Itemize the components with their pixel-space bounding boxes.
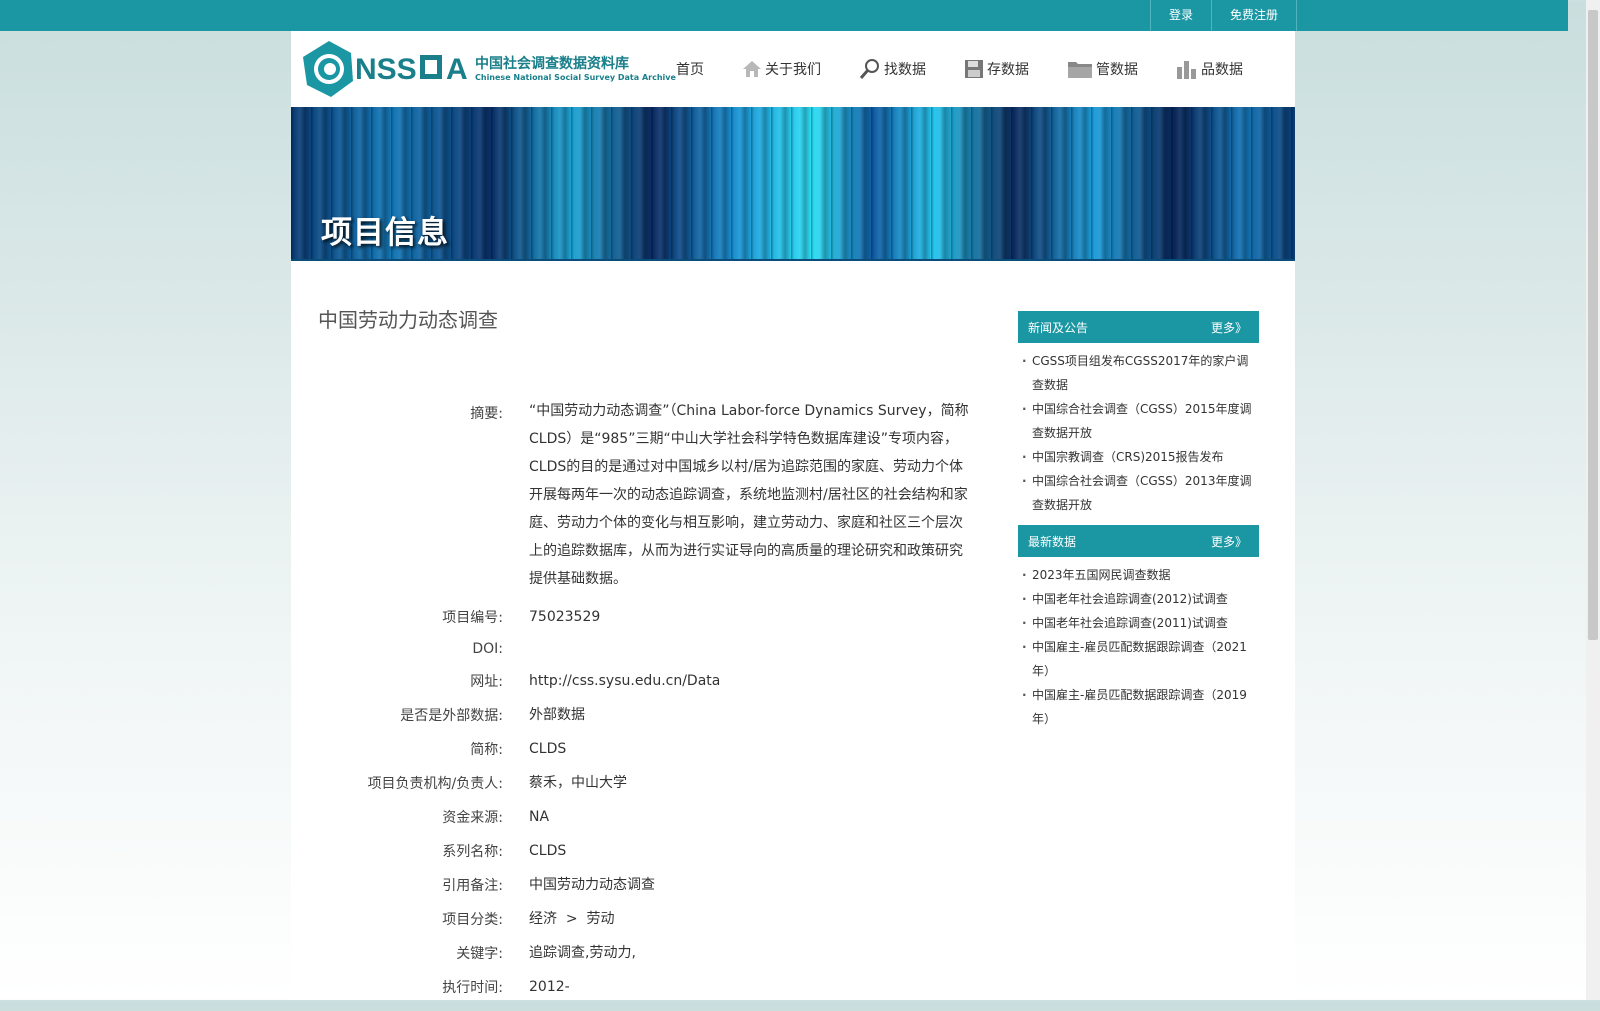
field-label: 资金来源:: [442, 810, 503, 826]
field-label: 摘要:: [470, 406, 503, 422]
nav-manage-data-label: 管数据: [1096, 62, 1138, 78]
field-value: 蔡禾，中山大学: [529, 775, 627, 791]
latest-data-title: 最新数据: [1028, 534, 1077, 549]
latest-data-item[interactable]: 2023年五国网民调查数据: [1018, 563, 1259, 587]
search-icon: [859, 59, 879, 79]
latest-data-item[interactable]: 中国老年社会追踪调查(2011)试调查: [1018, 611, 1259, 635]
field-series: 系列名称: CLDS: [291, 841, 981, 861]
field-external: 是否是外部数据: 外部数据: [291, 705, 981, 725]
field-value: “中国劳动力动态调查”（China Labor-force Dynamics S…: [529, 403, 969, 587]
page-scrollbar[interactable]: [1586, 0, 1600, 1000]
nav-home-label: 首页: [676, 62, 704, 78]
field-value: 75023529: [529, 609, 601, 625]
field-value: CLDS: [529, 741, 567, 757]
field-abbreviation: 简称: CLDS: [291, 739, 981, 759]
latest-data-header: 最新数据 更多》: [1018, 525, 1259, 557]
field-label: 项目编号:: [442, 610, 503, 626]
banner-title: 项目信息: [321, 215, 449, 251]
house-icon: [743, 61, 761, 77]
site-header: NSS A 中国社会调查数据资料库 Chinese National Socia…: [291, 31, 1295, 107]
news-more-link[interactable]: 更多》: [1211, 319, 1247, 336]
field-value: 追踪调查,劳动力,: [529, 945, 636, 961]
latest-data-item[interactable]: 中国雇主-雇员匹配数据跟踪调查（2021年）: [1018, 635, 1259, 683]
field-value: 2012-: [529, 979, 570, 995]
project-details: 摘要: “中国劳动力动态调查”（China Labor-force Dynami…: [291, 403, 981, 1011]
field-label: 简称:: [470, 742, 503, 758]
field-value: 中国劳动力动态调查: [529, 877, 655, 893]
nav-review-data-label: 品数据: [1201, 62, 1243, 78]
field-abstract: 摘要: “中国劳动力动态调查”（China Labor-force Dynami…: [291, 403, 981, 593]
field-value: 经济 > 劳动: [529, 911, 615, 927]
latest-data-list: 2023年五国网民调查数据 中国老年社会追踪调查(2012)试调查 中国老年社会…: [1018, 557, 1259, 739]
field-label: 网址:: [470, 674, 503, 690]
field-label: 关键字:: [456, 946, 503, 962]
sidebar: 新闻及公告 更多》 CGSS项目组发布CGSS2017年的家户调查数据 中国综合…: [1018, 311, 1259, 739]
field-responsible: 项目负责机构/负责人: 蔡禾，中山大学: [291, 773, 981, 793]
nav-find-data-label: 找数据: [884, 62, 926, 78]
field-execution-time: 执行时间: 2012-: [291, 977, 981, 997]
field-value: [529, 641, 969, 657]
field-funding: 资金来源: NA: [291, 807, 981, 827]
latest-data-more-link[interactable]: 更多》: [1211, 533, 1247, 550]
latest-data-item[interactable]: 中国老年社会追踪调查(2012)试调查: [1018, 587, 1259, 611]
nav-review-data[interactable]: 品数据: [1176, 59, 1243, 79]
field-value: 外部数据: [529, 707, 585, 723]
scrollbar-thumb[interactable]: [1588, 10, 1598, 640]
field-value: CLDS: [529, 843, 567, 859]
field-value-link[interactable]: http://css.sysu.edu.cn/Data: [529, 671, 969, 691]
field-value: NA: [529, 809, 550, 825]
news-item[interactable]: 中国综合社会调查（CGSS）2013年度调查数据开放: [1018, 469, 1259, 517]
news-list: CGSS项目组发布CGSS2017年的家户调查数据 中国综合社会调查（CGSS）…: [1018, 343, 1259, 525]
logo-cn-title: 中国社会调查数据资料库: [475, 56, 629, 72]
news-item[interactable]: CGSS项目组发布CGSS2017年的家户调查数据: [1018, 349, 1259, 397]
field-label: 系列名称:: [442, 844, 503, 860]
project-title: 中国劳动力动态调查: [318, 308, 498, 332]
field-label: 项目分类:: [442, 912, 503, 928]
nav-find-data[interactable]: 找数据: [859, 58, 926, 80]
site-logo[interactable]: NSS A 中国社会调查数据资料库 Chinese National Socia…: [299, 39, 676, 99]
top-links: 登录 免费注册: [1150, 0, 1298, 31]
field-project-number: 项目编号: 75023529: [291, 607, 981, 627]
svg-text:A: A: [446, 53, 468, 86]
latest-data-item[interactable]: 中国雇主-雇员匹配数据跟踪调查（2019年）: [1018, 683, 1259, 731]
logo-en-title: Chinese National Social Survey Data Arch…: [475, 73, 676, 82]
folder-icon: [1068, 62, 1092, 78]
floppy-icon: [965, 60, 983, 78]
field-keywords: 关键字: 追踪调查,劳动力,: [291, 943, 981, 963]
field-category: 项目分类: 经济 > 劳动: [291, 909, 981, 929]
nav-about[interactable]: 关于我们: [742, 59, 821, 79]
news-item[interactable]: 中国综合社会调查（CGSS）2015年度调查数据开放: [1018, 397, 1259, 445]
page-banner: 项目信息: [291, 107, 1295, 261]
svg-text:NSS: NSS: [355, 53, 417, 86]
nav-store-data-label: 存数据: [987, 62, 1029, 78]
cnssda-logo-mark: NSS A: [303, 41, 468, 97]
register-link[interactable]: 免费注册: [1211, 0, 1298, 31]
nav-manage-data[interactable]: 管数据: [1067, 59, 1138, 79]
main-nav: 首页 关于我们 找数据 存数据 管数据 品数据: [676, 31, 1281, 107]
news-title: 新闻及公告: [1028, 320, 1089, 335]
field-label: 是否是外部数据:: [400, 708, 503, 724]
field-label: 执行时间:: [442, 980, 503, 996]
field-label: DOI:: [472, 641, 503, 657]
main-content: 中国劳动力动态调查 摘要: “中国劳动力动态调查”（China Labor-fo…: [291, 261, 1295, 1000]
top-bar: 登录 免费注册: [0, 0, 1568, 31]
field-label: 引用备注:: [442, 878, 503, 894]
news-header: 新闻及公告 更多》: [1018, 311, 1259, 343]
login-link[interactable]: 登录: [1150, 0, 1211, 31]
nav-store-data[interactable]: 存数据: [964, 59, 1029, 79]
field-label: 项目负责机构/负责人:: [367, 776, 503, 792]
field-citation: 引用备注: 中国劳动力动态调查: [291, 875, 981, 895]
field-url: 网址: http://css.sysu.edu.cn/Data: [291, 671, 981, 691]
nav-about-label: 关于我们: [765, 62, 821, 78]
news-item[interactable]: 中国宗教调查（CRS)2015报告发布: [1018, 445, 1259, 469]
nav-home[interactable]: 首页: [676, 59, 704, 79]
field-doi: DOI:: [291, 641, 981, 657]
bar-chart-icon: [1177, 61, 1196, 79]
